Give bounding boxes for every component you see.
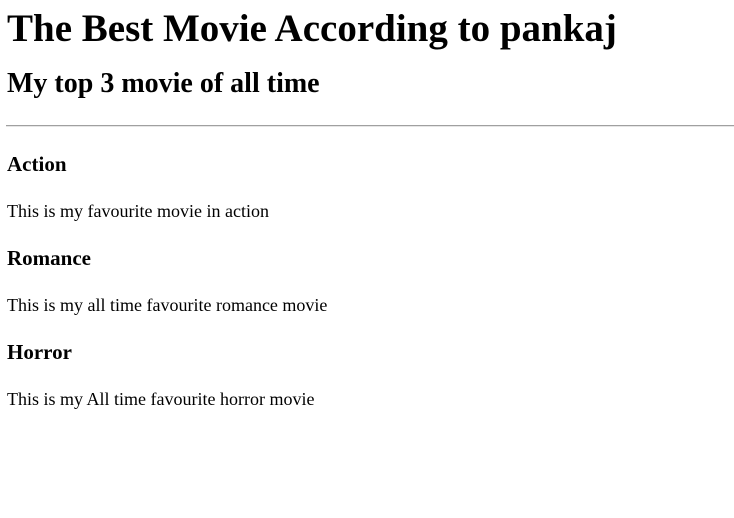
genre-section-action: Action This is my favourite movie in act… xyxy=(7,127,734,222)
page-subtitle: My top 3 movie of all time xyxy=(7,68,320,99)
genre-description: This is my favourite movie in action xyxy=(7,201,269,221)
page: The Best Movie According to pankaj My to… xyxy=(0,0,734,410)
genre-description: This is my All time favourite horror mov… xyxy=(7,389,315,409)
genre-description: This is my all time favourite romance mo… xyxy=(7,295,328,315)
genre-heading: Horror xyxy=(7,340,72,364)
genre-heading: Romance xyxy=(7,246,91,270)
genre-section-horror: Horror This is my All time favourite hor… xyxy=(7,316,734,410)
page-title: The Best Movie According to pankaj xyxy=(7,7,617,50)
genre-section-romance: Romance This is my all time favourite ro… xyxy=(7,222,734,316)
genre-heading: Action xyxy=(7,152,67,176)
